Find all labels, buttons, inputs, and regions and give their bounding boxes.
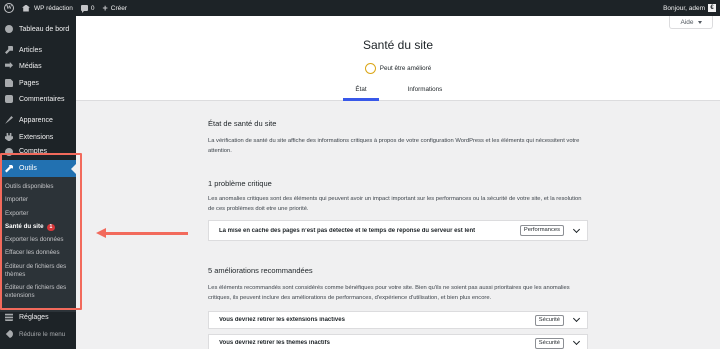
health-status-label: Peut être amélioré	[379, 65, 432, 72]
issue-label: Vous devriez retirer les extensions inac…	[219, 317, 345, 323]
wordpress-logo-button[interactable]: W	[0, 0, 18, 16]
sidebar-item-label: Réglages	[19, 313, 49, 321]
recommended-issue-row[interactable]: Vous devriez retirer les extensions inac…	[208, 311, 588, 329]
tab-info[interactable]: Informations	[397, 83, 453, 101]
sidebar-item-label: Commentaires	[19, 95, 65, 103]
sidebar-item-media[interactable]: Médias	[0, 60, 76, 72]
critical-issue-row[interactable]: La mise en cache des pages n’est pas dét…	[208, 220, 588, 241]
sidebar-item-label: Extensions	[19, 133, 54, 141]
issue-label: La mise en cache des pages n’est pas dét…	[219, 227, 476, 234]
sidebar-item-label: Pages	[19, 79, 39, 87]
annotation-arrow	[96, 228, 188, 238]
sidebar-item-comments[interactable]: Commentaires	[0, 93, 76, 105]
new-content-label: Créer	[110, 4, 128, 12]
collapse-menu-button[interactable]: Réduire le menu	[0, 328, 76, 340]
sidebar-item-dashboard[interactable]: Tableau de bord	[0, 23, 76, 35]
sidebar-item-label: Apparence	[19, 116, 53, 124]
page-title: Santé du site	[362, 38, 434, 52]
comment-icon	[5, 95, 13, 103]
page-icon	[5, 79, 13, 87]
status-progress-icon	[364, 63, 376, 74]
section-description: La vérification de santé du site affiche…	[208, 138, 580, 154]
sidebar-item-pages[interactable]: Pages	[0, 77, 76, 89]
site-health-header: Aide Santé du site Peut être amélioré Ét…	[76, 16, 720, 101]
greeting: Bonjour, adem	[663, 4, 705, 12]
sidebar-item-label: Réduire le menu	[19, 330, 66, 338]
sidebar-item-label: Médias	[19, 62, 42, 70]
comment-icon	[80, 5, 88, 13]
annotation-arrow-shaft	[104, 231, 188, 235]
section-title: État de santé du site	[208, 119, 277, 128]
sidebar-item-appearance[interactable]: Apparence	[0, 114, 76, 126]
sidebar-item-plugins[interactable]: Extensions	[0, 131, 76, 143]
comments-count: 0	[90, 4, 95, 12]
tab-status[interactable]: État	[343, 83, 379, 101]
recommended-title: 5 améliorations recommandées	[208, 266, 313, 275]
sidebar-item-label: Articles	[19, 46, 42, 54]
brush-icon	[5, 116, 13, 124]
annotation-highlight-box	[0, 153, 82, 310]
media-icon	[5, 62, 13, 69]
issue-label: Vous devriez retirer les thèmes inactifs	[219, 340, 330, 346]
settings-icon	[5, 313, 13, 321]
site-health-tabs: État Informations	[76, 83, 720, 101]
site-name: WP rédaction	[34, 4, 73, 12]
sidebar-item-settings[interactable]: Réglages	[0, 311, 76, 323]
chevron-down-icon	[572, 337, 581, 346]
wordpress-logo-icon: W	[4, 3, 14, 13]
pin-icon	[5, 46, 13, 54]
plus-icon: +	[102, 3, 108, 13]
recommended-issue-row[interactable]: Vous devriez retirer les thèmes inactifs…	[208, 334, 588, 349]
arrow-left-icon	[96, 228, 106, 238]
plugin-icon	[5, 133, 13, 141]
account-menu[interactable]: Bonjour, adem €	[663, 4, 720, 12]
issue-badge: Sécurité	[534, 337, 564, 349]
chevron-down-icon	[697, 20, 702, 24]
health-status: Peut être amélioré	[76, 63, 720, 74]
new-content-button[interactable]: + Créer	[99, 0, 132, 16]
admin-bar: W WP rédaction 0 + Créer Bonjour, adem €	[0, 0, 720, 16]
sidebar-item-articles[interactable]: Articles	[0, 44, 76, 56]
collapse-icon	[5, 330, 13, 338]
issue-badge: Performances	[519, 225, 564, 236]
issue-badge: Sécurité	[534, 314, 564, 326]
avatar: €	[708, 4, 716, 12]
comments-link[interactable]: 0	[77, 0, 99, 16]
critical-issues-title: 1 problème critique	[208, 179, 272, 188]
home-icon	[22, 4, 30, 12]
help-label: Aide	[680, 18, 694, 26]
site-name-link[interactable]: WP rédaction	[18, 0, 77, 16]
dashboard-icon	[5, 25, 13, 33]
critical-issues-description: Les anomalies critiques sont des élément…	[208, 196, 582, 212]
help-button[interactable]: Aide	[669, 16, 713, 29]
sidebar-item-label: Tableau de bord	[19, 25, 70, 33]
chevron-down-icon	[572, 314, 581, 323]
recommended-description: Les éléments recommandés sont considérés…	[208, 285, 570, 301]
chevron-down-icon	[572, 225, 581, 233]
